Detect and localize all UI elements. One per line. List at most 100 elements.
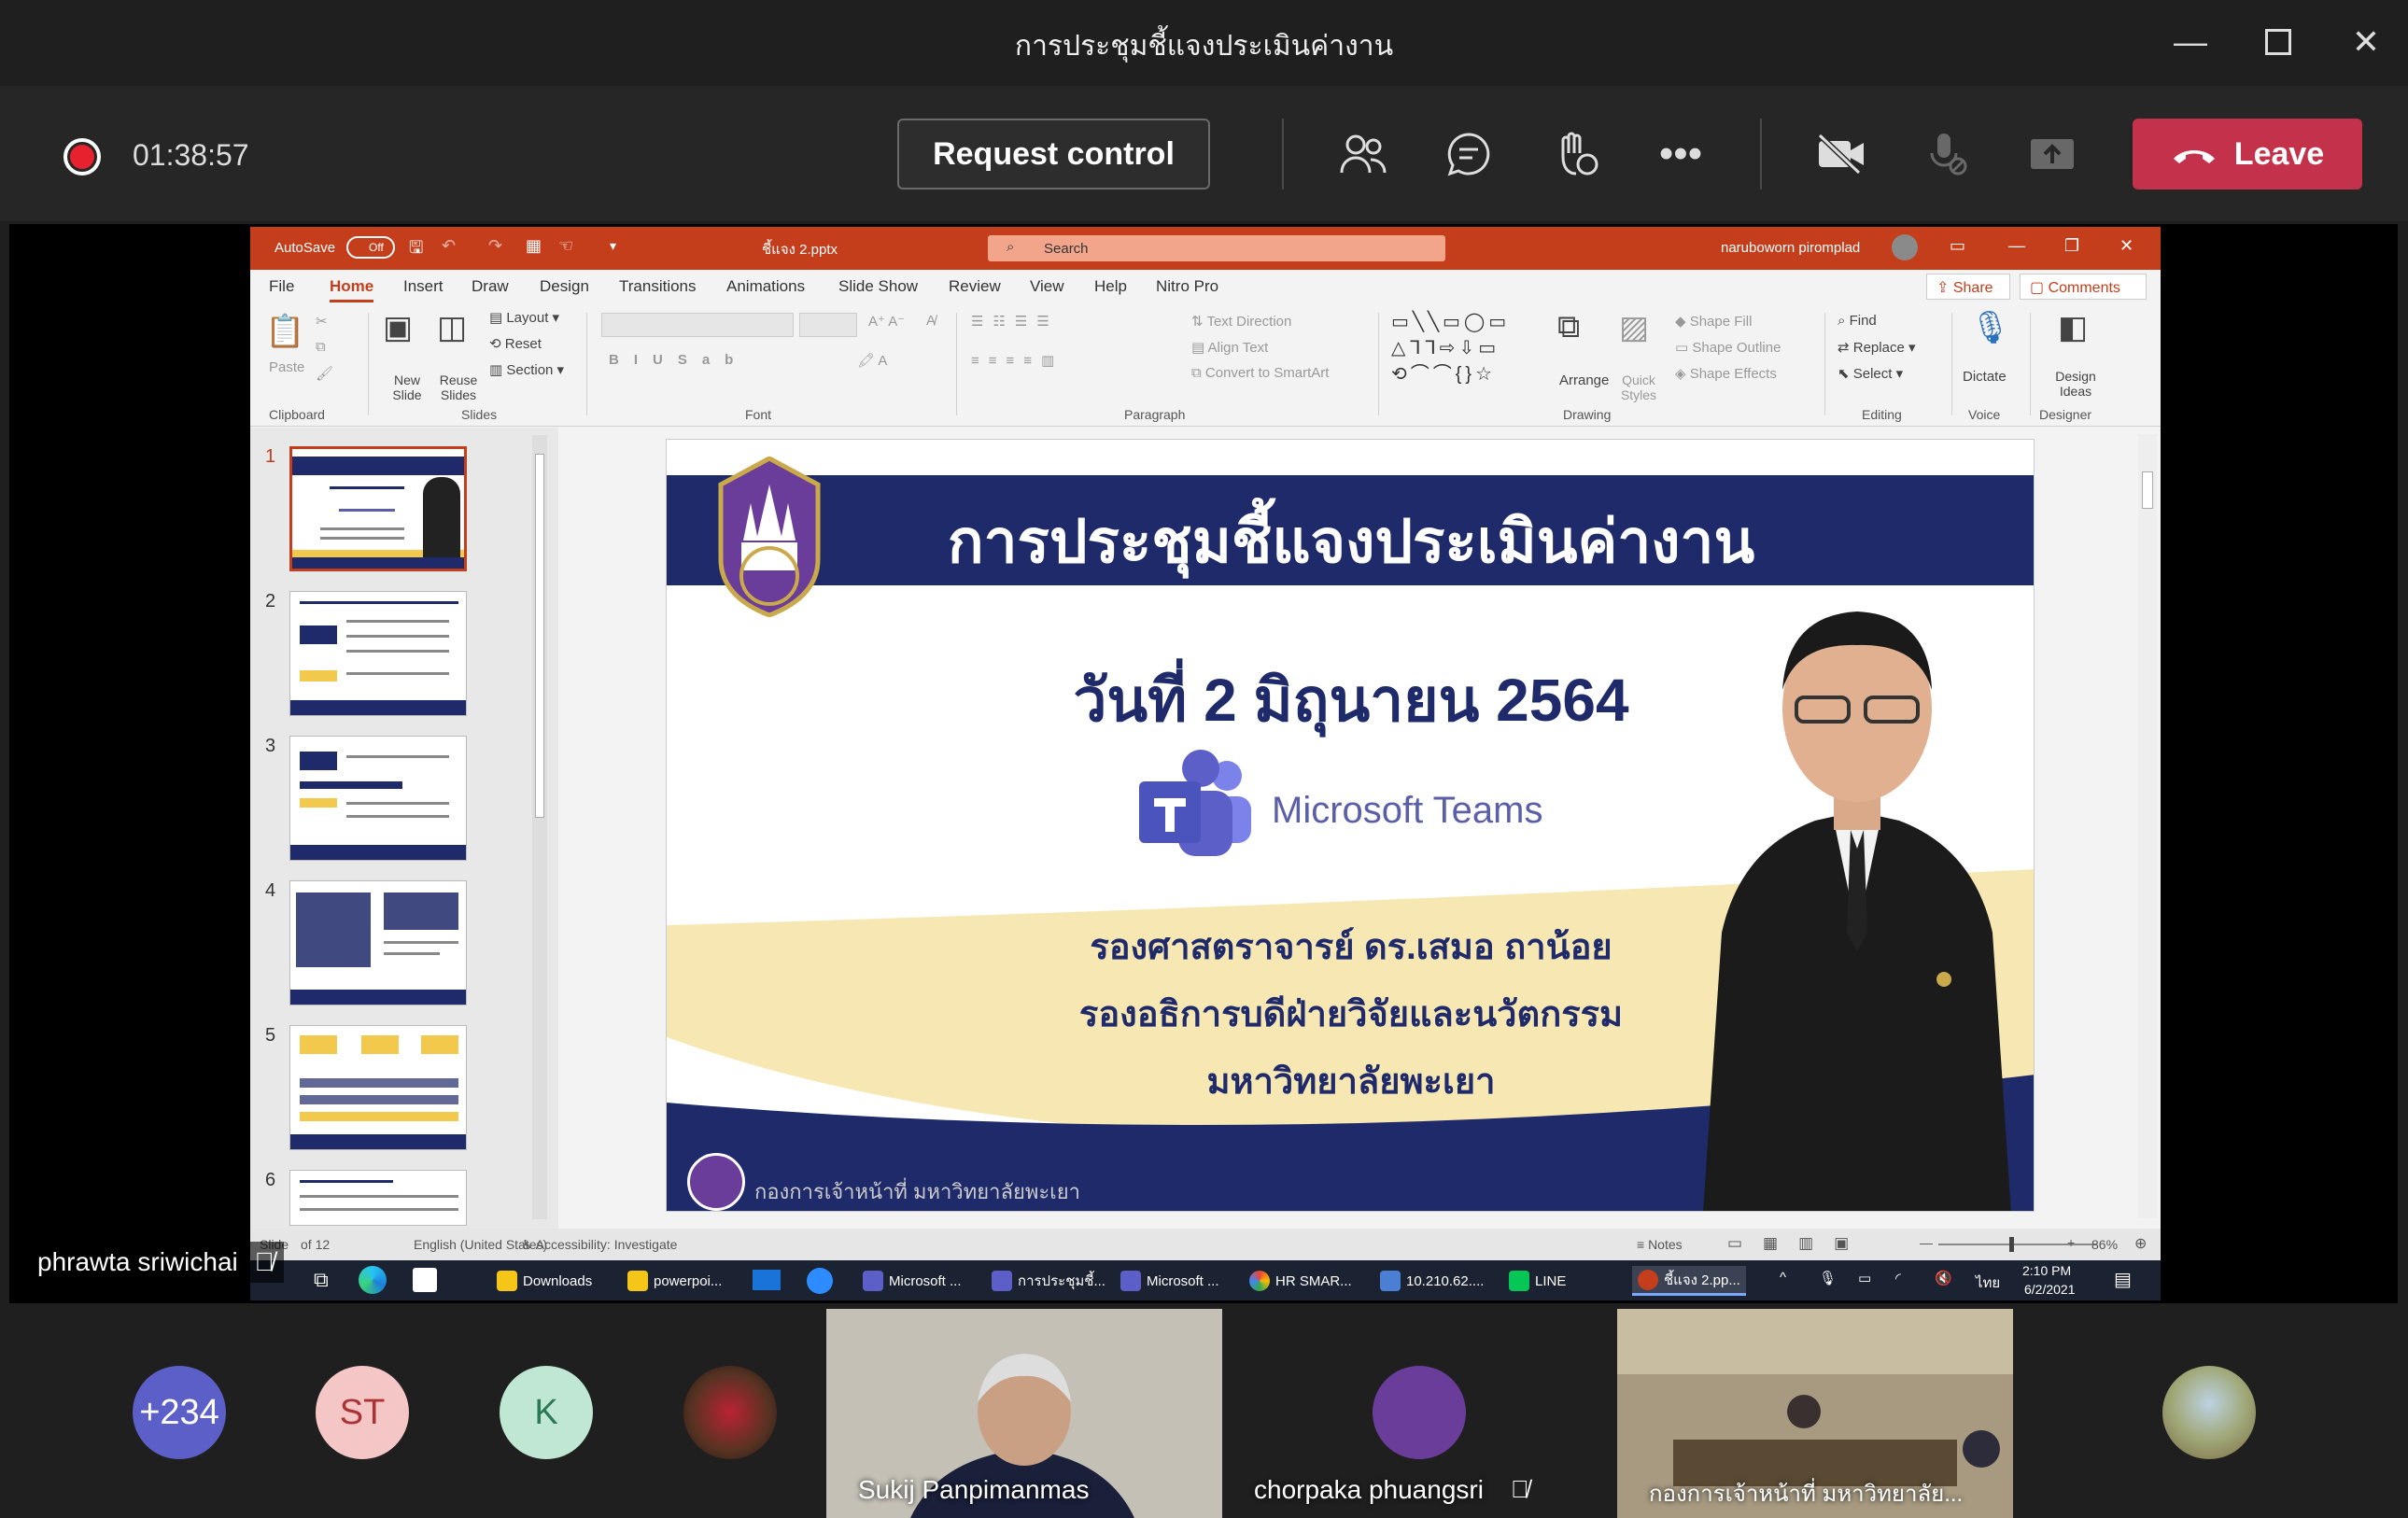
taskbar-chrome-hr[interactable]: HR SMAR...: [1244, 1266, 1358, 1296]
comments-button[interactable]: ▢ Comments: [2020, 274, 2147, 300]
quick-styles-label[interactable]: Quick Styles: [1615, 372, 1662, 402]
section-button[interactable]: ▥ Section ▾: [489, 361, 564, 378]
video-tile-sukij[interactable]: Sukij Panpimanmas: [826, 1309, 1222, 1518]
new-slide-label[interactable]: New Slide: [388, 372, 426, 402]
overflow-participants[interactable]: +234: [133, 1366, 226, 1459]
ppt-close-icon[interactable]: ✕: [2119, 236, 2133, 256]
input-language[interactable]: ไทย: [1976, 1272, 2000, 1294]
tab-nitro-pro[interactable]: Nitro Pro: [1156, 277, 1218, 296]
save-icon[interactable]: 🖫: [409, 236, 423, 264]
clock-date[interactable]: 6/2/2021: [2024, 1282, 2076, 1297]
paste-label[interactable]: Paste: [269, 359, 304, 375]
design-ideas-label[interactable]: Design Ideas: [2043, 369, 2108, 399]
clear-format-icon[interactable]: A̸: [926, 313, 936, 329]
cut-icon[interactable]: ✂: [316, 313, 328, 330]
leave-button[interactable]: Leave: [2133, 119, 2362, 190]
taskbar-powerpoint-active[interactable]: ชี้แจง 2.pp...: [1632, 1266, 1746, 1296]
font-family-select[interactable]: [601, 313, 794, 337]
search-box[interactable]: ⌕ Search: [988, 235, 1445, 261]
thumb-slide-6[interactable]: [289, 1170, 467, 1226]
zoom-level[interactable]: 86%: [2091, 1237, 2118, 1252]
replace-button[interactable]: ⇄ Replace ▾: [1838, 339, 1916, 356]
quick-styles-icon[interactable]: ▨: [1619, 309, 1649, 346]
fit-slide-icon[interactable]: ⊕: [2134, 1234, 2147, 1253]
new-slide-icon[interactable]: ▣: [383, 309, 413, 346]
thumb-slide-3[interactable]: [289, 736, 467, 861]
avatar-st[interactable]: ST: [316, 1366, 409, 1459]
tab-home[interactable]: Home: [330, 277, 374, 302]
taskbar-powerpoint-folder[interactable]: powerpoi...: [622, 1266, 727, 1296]
status-accessibility[interactable]: ♿ Accessibility: Investigate: [521, 1237, 677, 1253]
taskbar-teams-meeting[interactable]: การประชุมชี้...: [986, 1266, 1111, 1296]
zoom-out-icon[interactable]: —: [1920, 1235, 1933, 1250]
zoom-in-icon[interactable]: +: [2067, 1235, 2075, 1250]
mail-icon[interactable]: [753, 1270, 781, 1290]
taskbar-teams-1[interactable]: Microsoft ...: [857, 1266, 967, 1296]
tray-chevron-icon[interactable]: ^: [1780, 1270, 1786, 1286]
video-tile-hr-office[interactable]: กองการเจ้าหน้าที่ มหาวิทยาลัย...: [1617, 1309, 2013, 1518]
autosave-toggle[interactable]: Off: [346, 236, 395, 259]
request-control-button[interactable]: Request control: [897, 119, 1210, 190]
user-avatar[interactable]: [1892, 234, 1918, 260]
avatar-photo-landscape[interactable]: [2162, 1366, 2256, 1459]
shape-effects-button[interactable]: ◈ Shape Effects: [1675, 365, 1777, 382]
minimize-icon[interactable]: —: [2162, 19, 2218, 65]
store-icon[interactable]: [413, 1268, 437, 1292]
chat-icon[interactable]: [1436, 121, 1501, 187]
tab-slide-show[interactable]: Slide Show: [838, 277, 918, 296]
edge-icon[interactable]: [359, 1266, 387, 1294]
reset-button[interactable]: ⟲ Reset: [489, 335, 542, 352]
text-direction-button[interactable]: ⇅ Text Direction: [1191, 313, 1291, 330]
align-text-button[interactable]: ▤ Align Text: [1191, 339, 1268, 356]
task-view-icon[interactable]: ⧉: [314, 1268, 329, 1292]
copy-icon[interactable]: ⧉: [316, 339, 326, 355]
mic-off-icon[interactable]: [1914, 121, 1979, 187]
share-button[interactable]: ⇪ Share: [1926, 274, 2010, 300]
tab-review[interactable]: Review: [949, 277, 1001, 296]
tab-draw[interactable]: Draw: [472, 277, 509, 296]
battery-icon[interactable]: ▭: [1858, 1270, 1871, 1286]
thumb-slide-1[interactable]: [289, 446, 467, 571]
convert-smartart-button[interactable]: ⧉ Convert to SmartArt: [1191, 365, 1329, 381]
font-style-icons[interactable]: BIUSab: [609, 352, 748, 368]
more-options-icon[interactable]: •••: [1648, 121, 1713, 187]
reuse-slides-label[interactable]: Reuse Slides: [435, 372, 482, 402]
paste-icon[interactable]: 📋: [265, 313, 304, 350]
arrange-icon[interactable]: ⧉: [1557, 309, 1580, 345]
volume-muted-icon[interactable]: 🔇: [1935, 1270, 1952, 1286]
view-buttons[interactable]: ▭▦▥▣: [1727, 1234, 1869, 1253]
tab-file[interactable]: File: [269, 277, 294, 296]
ribbon-display-icon[interactable]: ▭: [1950, 236, 1965, 256]
clock-time[interactable]: 2:10 PM: [2022, 1263, 2071, 1278]
tab-transitions[interactable]: Transitions: [619, 277, 697, 296]
shape-outline-button[interactable]: ▭ Shape Outline: [1675, 339, 1781, 356]
thumb-slide-2[interactable]: [289, 591, 467, 716]
dictate-label[interactable]: Dictate: [1963, 369, 2007, 385]
maximize-icon[interactable]: [2250, 19, 2306, 65]
touch-mode-icon[interactable]: ☜: [558, 236, 573, 256]
user-name[interactable]: naruboworn piromplad: [1721, 240, 1860, 256]
arrange-label[interactable]: Arrange: [1559, 372, 1609, 388]
find-button[interactable]: ⌕ Find: [1838, 313, 1877, 329]
taskbar-teams-2[interactable]: Microsoft ...: [1115, 1266, 1225, 1296]
taskbar-line[interactable]: LINE: [1503, 1266, 1571, 1296]
undo-icon[interactable]: ↶: [442, 236, 456, 256]
camera-off-icon[interactable]: [1809, 121, 1874, 187]
align-icons[interactable]: ≡≡≡≡▥: [971, 352, 1063, 369]
zoom-app-icon[interactable]: [807, 1268, 833, 1294]
tray-mic-icon[interactable]: 🎙: [1819, 1270, 1837, 1286]
notifications-icon[interactable]: ▤: [2114, 1268, 2132, 1291]
wifi-icon[interactable]: ◜: [1895, 1270, 1901, 1286]
tab-help[interactable]: Help: [1094, 277, 1127, 296]
design-ideas-icon[interactable]: ◧: [2058, 309, 2088, 346]
file-name[interactable]: ชี้แจง 2.pptx: [762, 238, 838, 260]
layout-button[interactable]: ▤ Layout ▾: [489, 309, 559, 326]
slide-scrollbar[interactable]: [2138, 434, 2157, 1218]
thumb-slide-4[interactable]: [289, 880, 467, 1005]
tab-design[interactable]: Design: [540, 277, 589, 296]
close-icon[interactable]: ✕: [2338, 19, 2394, 65]
redo-icon[interactable]: ↷: [488, 236, 502, 256]
notes-button[interactable]: ≡ Notes: [1637, 1237, 1683, 1252]
reactions-icon[interactable]: [1542, 121, 1608, 187]
taskbar-downloads[interactable]: Downloads: [491, 1266, 598, 1296]
